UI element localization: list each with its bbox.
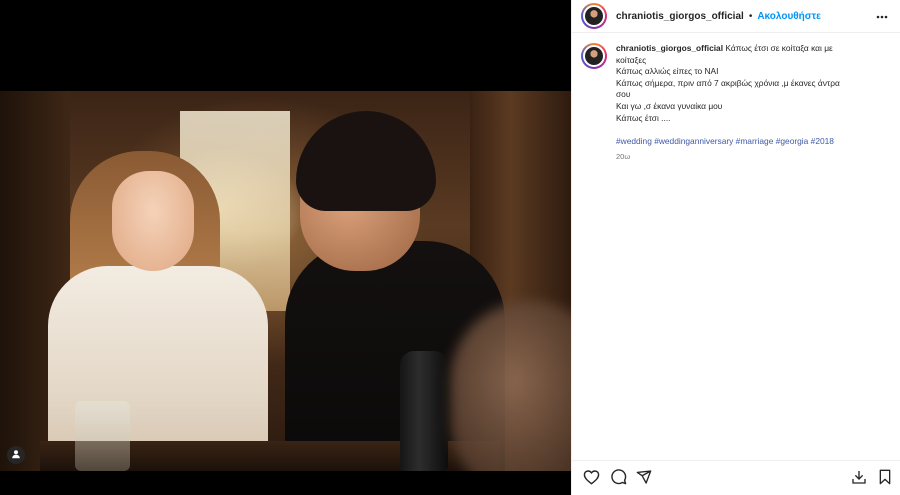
- photo-bottle: [400, 351, 448, 471]
- caption-line: Κάπως αλλιώς είπες το ΝΑΙ: [616, 66, 719, 77]
- action-bar: [572, 460, 900, 495]
- comment-icon: [610, 468, 627, 490]
- hashtag-link[interactable]: #2018: [811, 136, 834, 146]
- post-sidebar: chraniotis_giorgos_official • Ακολουθήστ…: [571, 0, 900, 495]
- download-icon: [851, 469, 867, 490]
- header-username-link[interactable]: chraniotis_giorgos_official: [616, 11, 744, 22]
- hashtag-link[interactable]: #marriage: [736, 136, 774, 146]
- user-tag-button[interactable]: [7, 446, 25, 464]
- post-timestamp[interactable]: 20ω: [616, 151, 886, 163]
- caption-username-link[interactable]: chraniotis_giorgos_official: [616, 43, 723, 53]
- caption-line: σου: [616, 89, 631, 100]
- photo-glass: [75, 401, 130, 471]
- like-button[interactable]: [582, 469, 600, 490]
- hashtag-link[interactable]: #wedding: [616, 136, 652, 146]
- caption-body: chraniotis_giorgos_official Κάπως έτσι σ…: [616, 43, 886, 162]
- share-button[interactable]: [635, 469, 653, 490]
- post-header: chraniotis_giorgos_official • Ακολουθήστ…: [572, 0, 900, 33]
- photo-woman-face: [112, 171, 194, 271]
- post-caption: chraniotis_giorgos_official Κάπως έτσι σ…: [581, 43, 891, 162]
- caption-line: Κάπως έτσι ....: [616, 112, 671, 123]
- heart-icon: [583, 469, 600, 490]
- follow-button[interactable]: Ακολουθήστε: [757, 11, 821, 22]
- comment-button[interactable]: [609, 468, 627, 490]
- header-separator: •: [748, 10, 753, 22]
- hashtag-list: #wedding #weddinganniversary #marriage #…: [616, 136, 886, 148]
- save-button[interactable]: [876, 469, 894, 490]
- caption-line: chraniotis_giorgos_official Κάπως έτσι σ…: [616, 43, 886, 55]
- user-tag-icon: [11, 446, 21, 464]
- caption-line: Και γω ,σ έκανα γυναίκα μου: [616, 100, 723, 111]
- more-horizontal-icon: [876, 6, 888, 24]
- send-icon: [636, 469, 652, 490]
- hashtag-link[interactable]: #georgia: [776, 136, 809, 146]
- caption-text: Κάπως έτσι σε κοίταξα και με: [725, 43, 833, 53]
- post-media[interactable]: [0, 0, 571, 495]
- avatar[interactable]: [581, 3, 607, 29]
- caption-line: κοίταξες: [616, 54, 647, 65]
- avatar-image: [583, 5, 605, 27]
- hashtag-link[interactable]: #weddinganniversary: [654, 136, 733, 146]
- avatar-image: [583, 45, 605, 67]
- more-options-button[interactable]: [875, 8, 889, 22]
- caption-line: Κάπως σήμερα, πριν από 7 ακριβώς χρόνια …: [616, 77, 840, 88]
- caption-avatar[interactable]: [581, 43, 607, 69]
- post-photo[interactable]: [0, 91, 571, 471]
- download-button[interactable]: [850, 470, 868, 488]
- photo-man-hair: [296, 111, 436, 211]
- bookmark-icon: [878, 469, 892, 490]
